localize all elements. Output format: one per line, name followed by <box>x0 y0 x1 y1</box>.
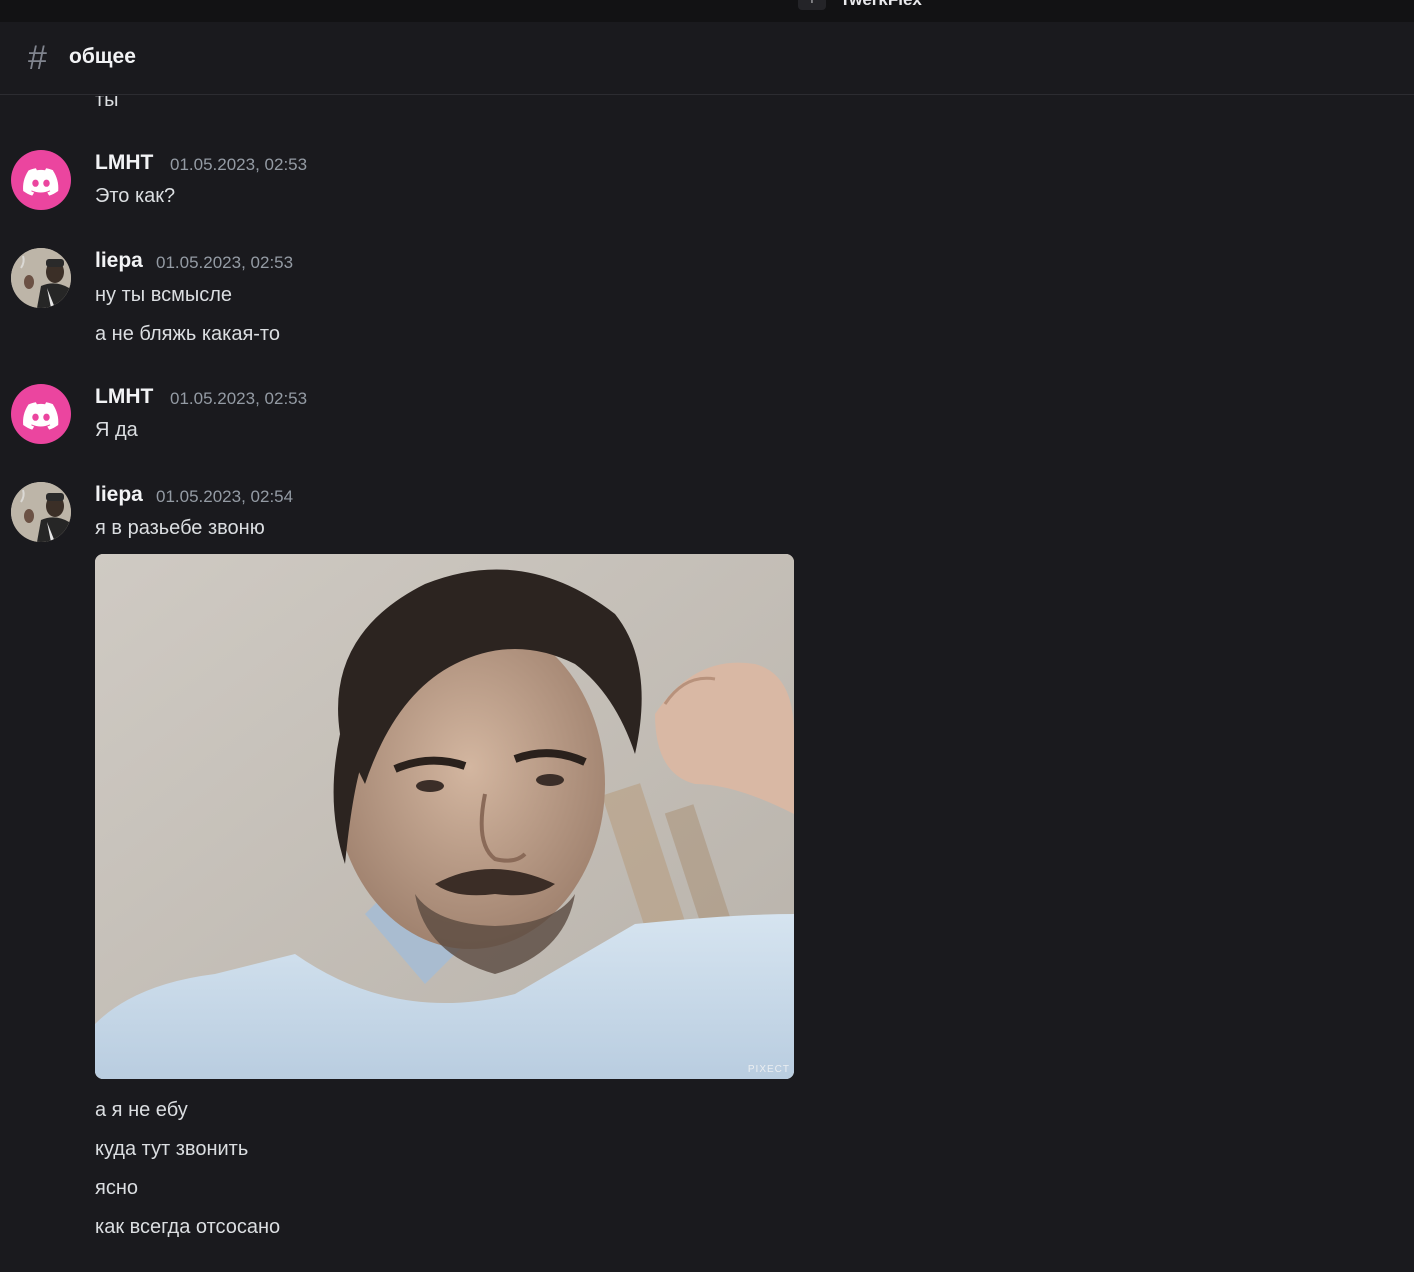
image-attachment[interactable]: PIXECT <box>95 554 794 1079</box>
window-titlebar: + TwerkFlex <box>0 0 1414 22</box>
discord-default-icon[interactable] <box>11 150 71 210</box>
image-watermark: PIXECT <box>747 1064 790 1075</box>
channel-name: общее <box>69 45 136 68</box>
titlebar-text: TwerkFlex <box>840 0 922 10</box>
message-text: Это как? <box>95 185 176 207</box>
hash-icon: # <box>28 39 47 77</box>
message-text-cutoff: ты <box>95 96 119 111</box>
message-author[interactable]: LMHT <box>95 150 153 176</box>
message-text: ясно <box>95 1177 138 1199</box>
message-text: а не бляжь какая-то <box>95 323 280 345</box>
message-text: ну ты всмысле <box>95 284 233 306</box>
user-photo-avatar[interactable] <box>11 248 71 308</box>
message-text: а я не ебу <box>95 1099 188 1121</box>
message-timestamp: 01.05.2023, 02:54 <box>156 487 294 506</box>
message-timestamp: 01.05.2023, 02:53 <box>156 253 294 272</box>
message-author[interactable]: LMHT <box>95 384 153 410</box>
message-text: куда тут звонить <box>95 1138 249 1160</box>
user-photo-avatar[interactable] <box>11 482 71 542</box>
message-author[interactable]: liepa <box>95 482 143 508</box>
message-text: я в разьебе звоню <box>95 517 265 539</box>
channel-header: # общее <box>0 22 1414 95</box>
message-list[interactable]: ты LMHT 01.05.2023, 02:53 Это как? liepa… <box>0 96 1414 1272</box>
message-author[interactable]: liepa <box>95 248 143 274</box>
message-text: как всегда отсосано <box>95 1216 281 1238</box>
message-timestamp: 01.05.2023, 02:53 <box>170 389 308 408</box>
plus-icon[interactable]: + <box>798 0 826 10</box>
message-text: Я да <box>95 419 138 441</box>
discord-default-icon[interactable] <box>11 384 71 444</box>
message-timestamp: 01.05.2023, 02:53 <box>170 155 308 174</box>
